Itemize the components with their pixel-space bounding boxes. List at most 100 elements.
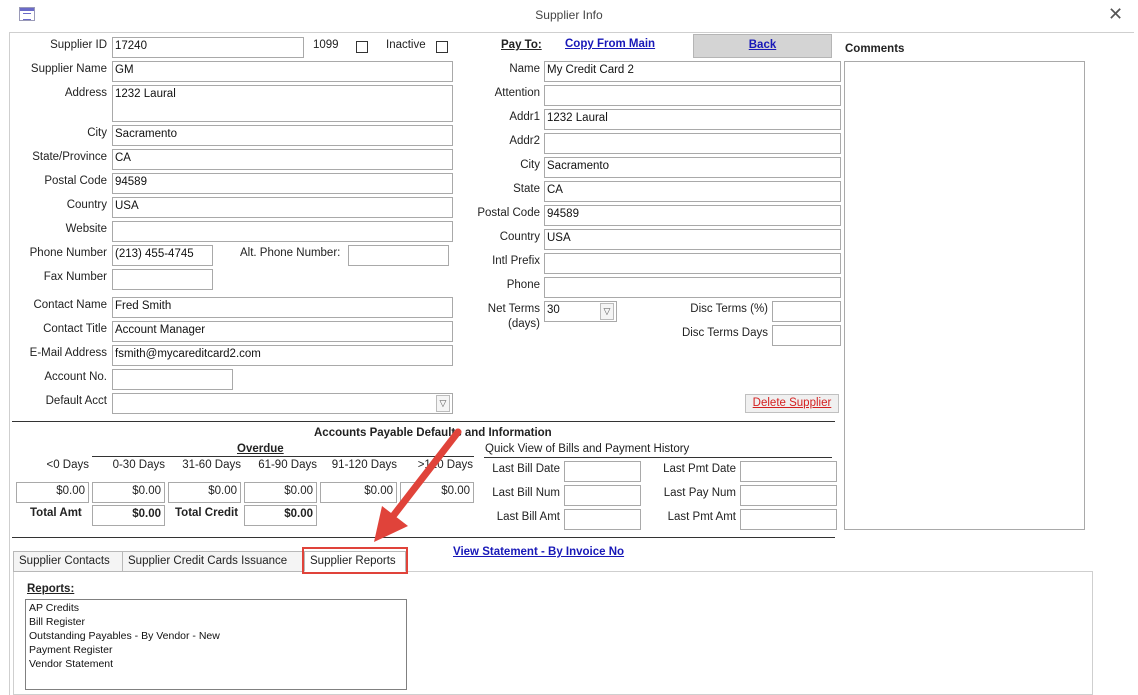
inactive-checkbox[interactable]: [436, 41, 448, 53]
intl-prefix-label: Intl Prefix: [492, 255, 540, 267]
payto-phone-label: Phone: [506, 279, 540, 291]
address-label: Address: [64, 87, 107, 99]
last-bill-num-label: Last Bill Num: [492, 487, 560, 499]
last-bill-date-label: Last Bill Date: [492, 463, 560, 475]
delete-supplier-button[interactable]: Delete Supplier: [745, 394, 839, 413]
supplier-id-field[interactable]: 17240: [112, 37, 304, 58]
last-pay-num-label: Last Pay Num: [663, 487, 736, 499]
alt-phone-field[interactable]: [348, 245, 449, 266]
postal-code-field[interactable]: 94589: [112, 173, 453, 194]
close-icon[interactable]: ✕: [1108, 4, 1123, 25]
contact-name-field[interactable]: Fred Smith: [112, 297, 453, 318]
addr2-label: Addr2: [509, 135, 540, 147]
state-field[interactable]: CA: [112, 149, 453, 170]
payto-state-field[interactable]: CA: [544, 181, 841, 202]
aging-header: 31-60 Days: [182, 459, 241, 471]
phone-number-label: Phone Number: [29, 247, 107, 259]
website-field[interactable]: [112, 221, 453, 242]
attention-field[interactable]: [544, 85, 841, 106]
payto-city-label: City: [520, 159, 540, 171]
total-amt-label: Total Amt: [30, 507, 82, 519]
report-item[interactable]: Vendor Statement: [29, 657, 403, 671]
form-border-left: [9, 32, 10, 695]
highlight-box: [302, 547, 408, 574]
contact-title-label: Contact Title: [43, 323, 107, 335]
title-bar: Supplier Info ✕: [0, 0, 1138, 32]
annotation-arrow: [374, 428, 462, 542]
last-bill-amt-field: [564, 509, 641, 530]
comments-field[interactable]: [844, 61, 1085, 530]
report-item[interactable]: Outstanding Payables - By Vendor - New: [29, 629, 403, 643]
copy-from-main-link[interactable]: Copy From Main: [565, 38, 655, 50]
addr1-field[interactable]: 1232 Laural: [544, 109, 841, 130]
country-label: Country: [66, 199, 107, 211]
website-label: Website: [65, 223, 107, 235]
addr1-label: Addr1: [509, 111, 540, 123]
payto-country-field[interactable]: USA: [544, 229, 841, 250]
account-no-field[interactable]: [112, 369, 233, 390]
phone-number-field[interactable]: (213) 455-4745: [112, 245, 213, 266]
default-acct-select[interactable]: [112, 393, 453, 414]
last-pmt-amt-label: Last Pmt Amt: [667, 511, 736, 523]
chevron-down-icon[interactable]: ▽: [436, 395, 450, 412]
1099-checkbox[interactable]: [356, 41, 368, 53]
supplier-name-field[interactable]: GM: [112, 61, 453, 82]
view-statement-link[interactable]: View Statement - By Invoice No: [453, 546, 624, 558]
form-border-top: [9, 32, 1134, 33]
inactive-label: Inactive: [386, 39, 426, 51]
fax-number-field[interactable]: [112, 269, 213, 290]
contact-title-field[interactable]: Account Manager: [112, 321, 453, 342]
payto-country-label: Country: [499, 231, 540, 243]
aging-header: 61-90 Days: [258, 459, 317, 471]
payto-postal-label: Postal Code: [477, 207, 540, 219]
tab-supplier-contacts[interactable]: Supplier Contacts: [13, 551, 123, 572]
chevron-down-icon[interactable]: ▽: [600, 303, 614, 320]
city-field[interactable]: Sacramento: [112, 125, 453, 146]
payto-name-label: Name: [509, 63, 540, 75]
disc-days-field[interactable]: [772, 325, 841, 346]
net-terms-label: Net Terms: [487, 303, 540, 315]
pay-to-label: Pay To:: [501, 39, 542, 51]
postal-code-label: Postal Code: [44, 175, 107, 187]
disc-terms-field[interactable]: [772, 301, 841, 322]
aging-value: $0.00: [244, 482, 317, 503]
reports-label: Reports:: [27, 583, 75, 595]
payto-state-label: State: [513, 183, 540, 195]
aging-header: <0 Days: [46, 459, 89, 471]
state-label: State/Province: [32, 151, 107, 163]
total-credit-label: Total Credit: [175, 507, 239, 519]
aging-header: 0-30 Days: [112, 459, 165, 471]
alt-phone-label: Alt. Phone Number:: [240, 247, 341, 259]
payto-phone-field[interactable]: [544, 277, 841, 298]
aging-value: $0.00: [16, 482, 89, 503]
report-item[interactable]: AP Credits: [29, 601, 403, 615]
last-pay-num-field: [740, 485, 837, 506]
last-bill-amt-label: Last Bill Amt: [496, 511, 560, 523]
back-button-label: Back: [748, 39, 777, 51]
window-title: Supplier Info: [535, 8, 603, 22]
payto-name-field[interactable]: My Credit Card 2: [544, 61, 841, 82]
quick-view-title: Quick View of Bills and Payment History: [485, 443, 690, 455]
report-item[interactable]: Payment Register: [29, 643, 403, 657]
intl-prefix-field[interactable]: [544, 253, 841, 274]
payto-city-field[interactable]: Sacramento: [544, 157, 841, 178]
net-terms-days-label: (days): [508, 318, 540, 330]
default-acct-label: Default Acct: [45, 395, 107, 407]
last-pmt-amt-field: [740, 509, 837, 530]
reports-list[interactable]: AP Credits Bill Register Outstanding Pay…: [25, 599, 407, 690]
report-item[interactable]: Bill Register: [29, 615, 403, 629]
1099-label: 1099: [313, 39, 339, 51]
overdue-label: Overdue: [237, 443, 284, 455]
attention-label: Attention: [494, 87, 540, 99]
tab-supplier-credit-cards[interactable]: Supplier Credit Cards Issuance: [122, 551, 304, 572]
email-field[interactable]: fsmith@mycareditcard2.com: [112, 345, 453, 366]
payto-postal-field[interactable]: 94589: [544, 205, 841, 226]
addr2-field[interactable]: [544, 133, 841, 154]
aging-value: $0.00: [92, 482, 165, 503]
back-button[interactable]: Back: [693, 34, 832, 58]
comments-label: Comments: [845, 43, 905, 55]
country-field[interactable]: USA: [112, 197, 453, 218]
last-pmt-date-label: Last Pmt Date: [663, 463, 736, 475]
last-pmt-date-field: [740, 461, 837, 482]
address-field[interactable]: 1232 Laural: [112, 85, 453, 122]
